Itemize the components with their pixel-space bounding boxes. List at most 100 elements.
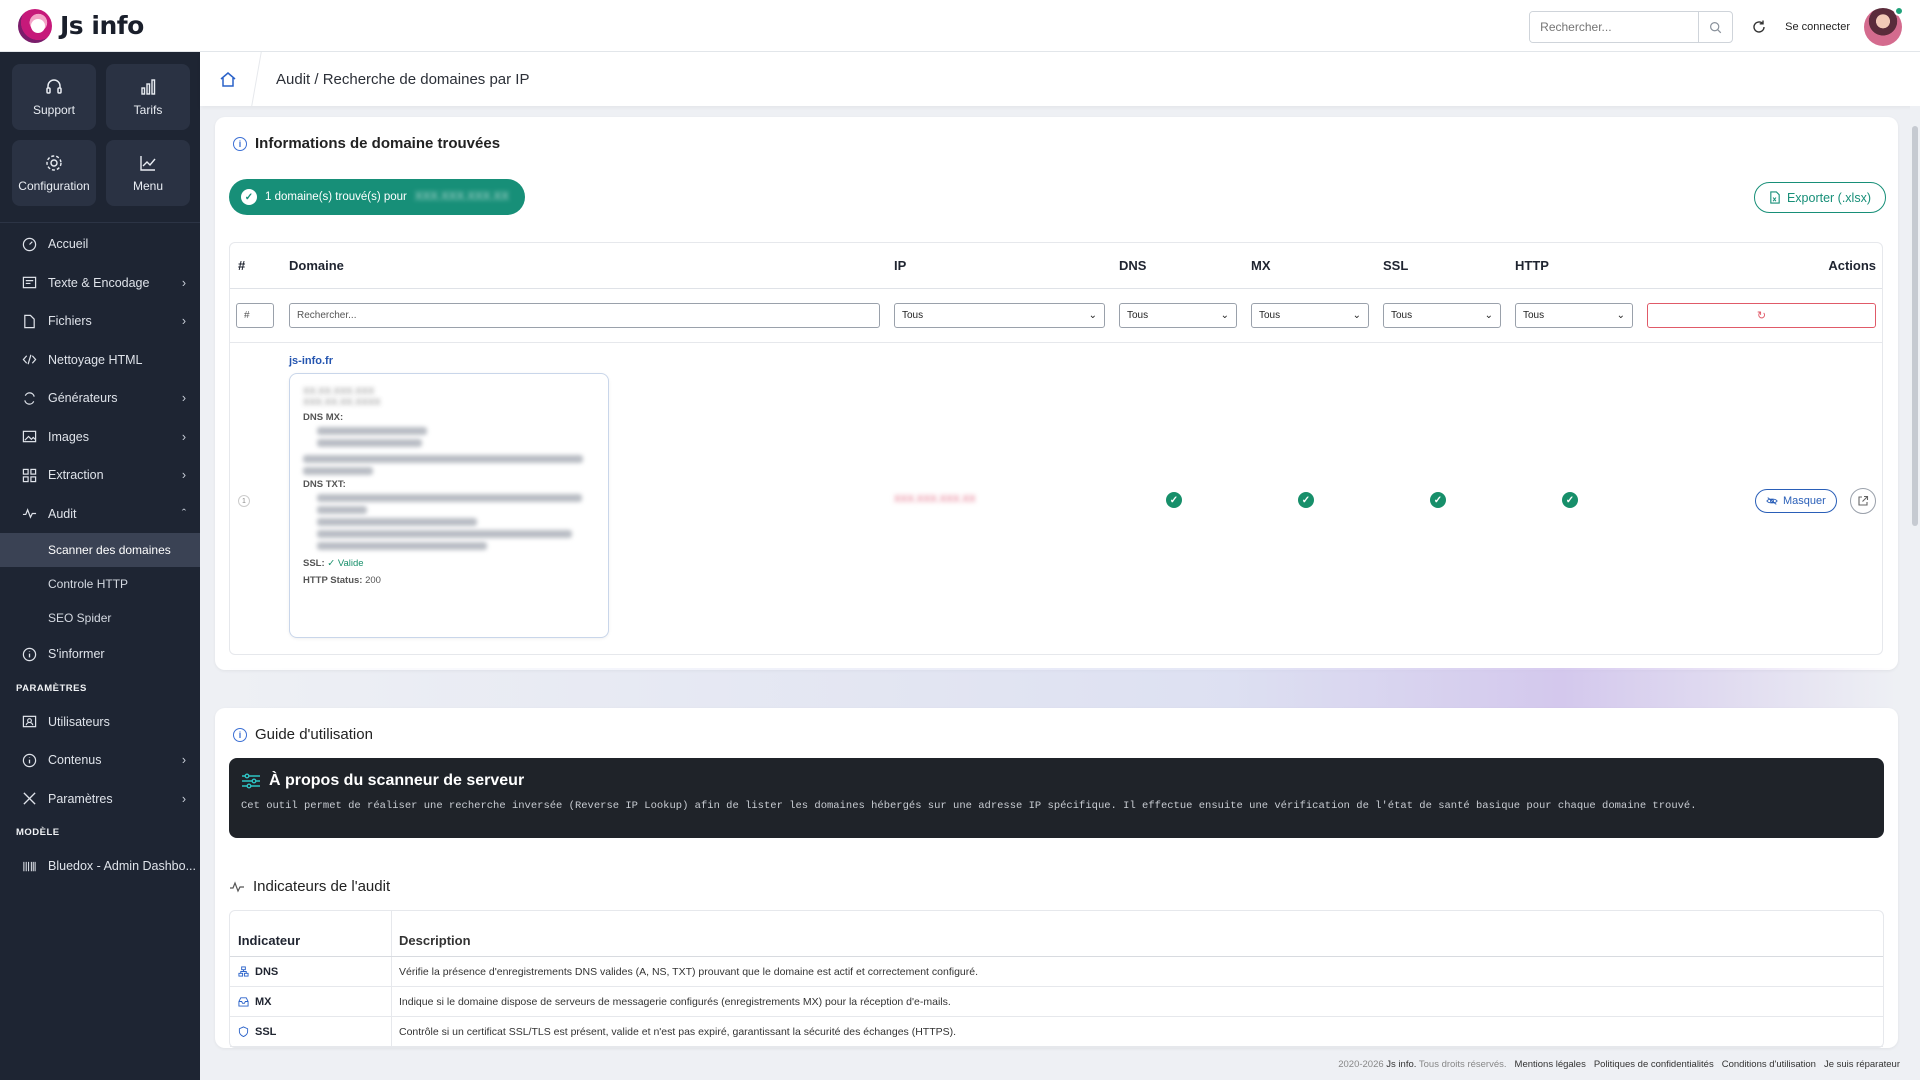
col-num[interactable]: #: [238, 258, 245, 273]
col-domain[interactable]: Domaine: [289, 258, 344, 273]
sidebar-item-informer[interactable]: S'informer: [0, 635, 200, 674]
mx-ok-icon: ✓: [1298, 492, 1314, 508]
hide-button[interactable]: Masquer: [1755, 489, 1837, 513]
search-button[interactable]: [1698, 12, 1732, 42]
col-ip[interactable]: IP: [894, 258, 906, 273]
row-number: 1: [238, 495, 250, 507]
sidebar-subitem-controle-http[interactable]: Controle HTTP: [0, 567, 200, 601]
guide-card: i Guide d'utilisation À propos du scanne…: [215, 708, 1898, 1048]
ssl-value: ✓ Valide: [327, 558, 364, 569]
reset-icon: ↻: [1756, 310, 1767, 322]
chevron-right-icon: ›: [181, 753, 186, 768]
open-external-button[interactable]: [1850, 488, 1876, 514]
copyright-year: 2020-2026: [1338, 1058, 1384, 1070]
quick-configuration-button[interactable]: Configuration: [12, 140, 96, 206]
redacted-line: [303, 467, 373, 475]
check-circle-icon: ✓: [241, 189, 257, 205]
scrollbar-thumb[interactable]: [1912, 126, 1918, 526]
ssl-line: SSL: ✓ Valide: [303, 558, 595, 569]
avatar[interactable]: [1864, 6, 1904, 46]
col-dns[interactable]: DNS: [1119, 258, 1146, 273]
sidebar-item-utilisateurs[interactable]: Utilisateurs: [0, 703, 200, 742]
table-row: DNS Vérifie la présence d'enregistrement…: [230, 957, 1883, 987]
dns-txt-label: DNS TXT:: [303, 479, 346, 490]
export-button[interactable]: Exporter (.xlsx): [1753, 182, 1886, 213]
chevron-right-icon: ›: [181, 275, 186, 290]
sidebar-item-texte[interactable]: Texte & Encodage ›: [0, 264, 200, 303]
filter-num-input[interactable]: #: [236, 303, 274, 328]
sidebar-item-nettoyage[interactable]: Nettoyage HTML: [0, 341, 200, 380]
sidebar-subitem-scanner[interactable]: Scanner des domaines: [0, 533, 200, 567]
domain-link[interactable]: js-info.fr: [289, 355, 333, 367]
col-actions: Actions: [1828, 258, 1876, 273]
footer: 2020-2026 Js info. Tous droits réservés.…: [200, 1048, 1920, 1080]
quick-actions: Support Tarifs Configuration Menu: [0, 52, 200, 214]
sidebar-section-modele: MODÈLE: [16, 827, 60, 838]
sidebar-subitem-seo-spider[interactable]: SEO Spider: [0, 601, 200, 635]
sidebar-item-audit[interactable]: Audit ˆ: [0, 495, 200, 534]
quick-support-label: Support: [32, 103, 76, 117]
eye-slash-icon: [1766, 497, 1778, 505]
found-badge-ip: XXX.XXX.XXX.XX: [414, 191, 509, 203]
page-scrollbar[interactable]: [1910, 106, 1920, 1080]
login-link[interactable]: Se connecter: [1785, 21, 1850, 33]
filter-http-select[interactable]: Tous ⌄: [1515, 303, 1633, 328]
sidebar-item-images[interactable]: Images ›: [0, 418, 200, 457]
filter-dns-select[interactable]: Tous ⌄: [1119, 303, 1237, 328]
logo[interactable]: Js info: [18, 8, 144, 43]
sidebar-item-generateurs[interactable]: Générateurs ›: [0, 379, 200, 418]
headset-icon: [46, 79, 62, 94]
footer-legal-link[interactable]: Mentions légales: [1515, 1059, 1586, 1070]
chevron-up-icon: ˆ: [181, 506, 186, 521]
footer-privacy-link[interactable]: Politiques de confidentialités: [1594, 1059, 1714, 1070]
col-mx[interactable]: MX: [1251, 258, 1271, 273]
col-http[interactable]: HTTP: [1515, 258, 1549, 273]
about-title: À propos du scanneur de serveur: [241, 772, 1872, 790]
indicator-desc: Contrôle si un certificat SSL/TLS est pr…: [399, 1025, 957, 1038]
sidebar-item-fichiers[interactable]: Fichiers ›: [0, 302, 200, 341]
chevron-down-icon: ⌄: [1484, 310, 1493, 321]
pulse-icon: [230, 880, 244, 892]
copyright-rights: Tous droits réservés.: [1418, 1058, 1507, 1070]
copyright-brand: Js info.: [1386, 1058, 1417, 1070]
search-input[interactable]: [1530, 12, 1699, 42]
dashboard-icon: [20, 237, 38, 252]
quick-menu-button[interactable]: Menu: [106, 140, 190, 206]
filter-domain-input[interactable]: Rechercher...: [289, 303, 880, 328]
sidebar-item-extraction[interactable]: Extraction ›: [0, 456, 200, 495]
quick-tarifs-button[interactable]: Tarifs: [106, 64, 190, 130]
sidebar-item-label: Controle HTTP: [48, 577, 129, 591]
filter-mx-select[interactable]: Tous ⌄: [1251, 303, 1369, 328]
home-icon: [220, 72, 236, 87]
table-row: MX Indique si le domaine dispose de serv…: [230, 987, 1883, 1017]
filter-ssl-select[interactable]: Tous ⌄: [1383, 303, 1501, 328]
sidebar-nav: Accueil Texte & Encodage › Fichiers › Ne…: [0, 222, 200, 886]
sidebar-item-label: Générateurs: [48, 391, 118, 406]
chevron-down-icon: ⌄: [1352, 310, 1361, 321]
sidebar-item-bluedox[interactable]: Bluedox - Admin Dashbo...: [0, 847, 200, 886]
filter-ip-select[interactable]: Tous ⌄: [894, 303, 1105, 328]
quick-tarifs-label: Tarifs: [133, 103, 163, 117]
home-button[interactable]: [200, 70, 256, 88]
chevron-right-icon: ›: [181, 429, 186, 444]
refresh-button[interactable]: [1747, 15, 1771, 39]
sidebar-item-contenus[interactable]: Contenus ›: [0, 741, 200, 780]
a-record-2: XXX.XX.XX.XXXX: [303, 397, 381, 408]
sidebar-item-accueil[interactable]: Accueil: [0, 225, 200, 264]
chevron-down-icon: ⌄: [1220, 310, 1229, 321]
results-table: # Domaine IP DNS MX SSL HTTP Actions # R…: [229, 242, 1883, 655]
external-link-icon: [1858, 495, 1869, 506]
pulse-icon: [20, 506, 38, 521]
footer-repair-link[interactable]: Je suis réparateur: [1824, 1059, 1900, 1070]
image-icon: [20, 429, 38, 444]
quick-support-button[interactable]: Support: [12, 64, 96, 130]
sidebar-item-parametres[interactable]: Paramètres ›: [0, 780, 200, 819]
col-ssl[interactable]: SSL: [1383, 258, 1408, 273]
results-card: i Informations de domaine trouvées ✓ 1 d…: [215, 117, 1898, 670]
indicator-name: MX: [255, 995, 272, 1008]
footer-terms-link[interactable]: Conditions d'utilisation: [1722, 1059, 1816, 1070]
indicators-title-text: Indicateurs de l'audit: [253, 878, 391, 895]
chevron-right-icon: ›: [181, 314, 186, 329]
reset-filters-button[interactable]: ↻: [1647, 303, 1876, 328]
redacted-line: [303, 455, 583, 463]
